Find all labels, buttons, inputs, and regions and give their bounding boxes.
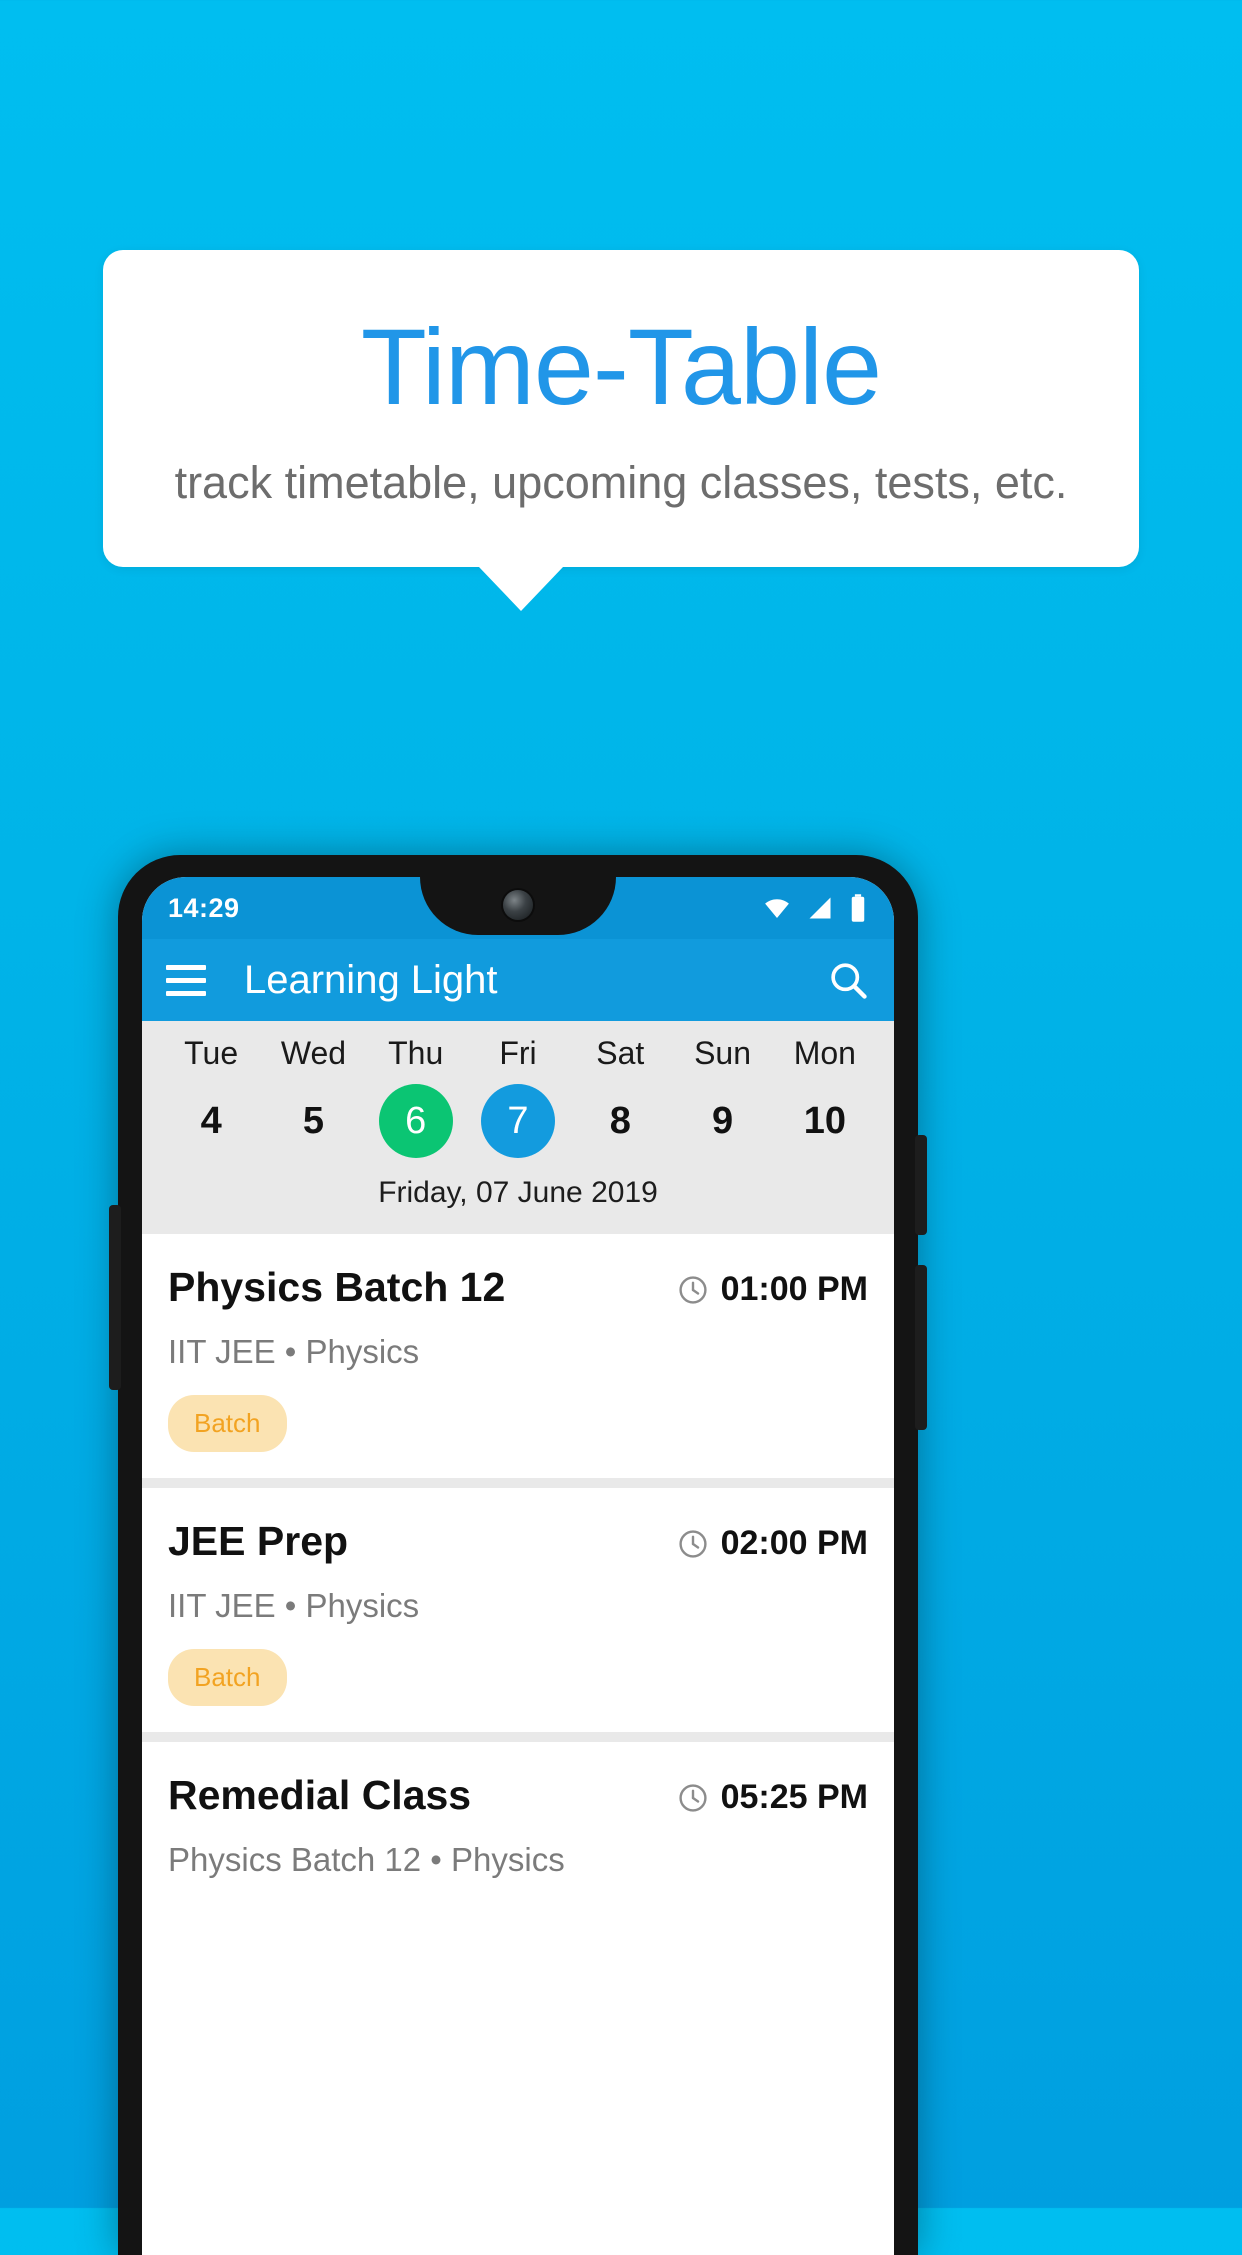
status-bar-icons xyxy=(762,893,868,923)
clock-icon xyxy=(678,1275,707,1304)
day-name: Fri xyxy=(499,1035,537,1071)
day-number: 5 xyxy=(302,1100,324,1142)
status-badge: Batch xyxy=(168,1649,287,1706)
day-number: 10 xyxy=(803,1100,846,1142)
clock-icon xyxy=(678,1783,707,1812)
class-time-text: 02:00 PM xyxy=(720,1524,868,1562)
class-title: JEE Prep xyxy=(168,1518,349,1564)
class-time-text: 01:00 PM xyxy=(720,1270,868,1308)
day-name: Sat xyxy=(596,1035,645,1071)
day-name: Tue xyxy=(184,1035,239,1071)
day-name: Mon xyxy=(793,1035,856,1071)
status-badge: Batch xyxy=(168,1395,287,1452)
battery-icon xyxy=(851,894,865,922)
class-subtitle: IIT JEE • Physics xyxy=(168,1587,420,1624)
week-strip: Tue 4 Wed 5 Thu 6 Fri 7 Sat 8 Sun 9 Mon … xyxy=(142,1021,894,1234)
status-bar-clock: 14:29 xyxy=(168,892,240,923)
day-number-selected: 7 xyxy=(480,1084,555,1158)
promo-bubble: Time-Table track timetable, upcoming cla… xyxy=(103,250,1139,568)
phone-volume-button[interactable] xyxy=(915,1265,927,1430)
day-number: 4 xyxy=(200,1100,222,1142)
day-name: Thu xyxy=(388,1035,444,1071)
card-header: Physics Batch 12 01:00 PM xyxy=(168,1264,868,1311)
day-column[interactable]: Thu 6 xyxy=(365,1035,467,1158)
class-time: 01:00 PM xyxy=(677,1264,868,1309)
schedule-list: Physics Batch 12 01:00 PM IIT JEE • Phys… xyxy=(142,1234,894,1905)
phone-screen: 14:29 Learning Light Tue 4 Wed 5 Thu 6 F… xyxy=(142,877,894,2255)
card-header: Remedial Class 05:25 PM xyxy=(168,1772,868,1819)
status-bar: 14:29 xyxy=(142,877,894,939)
card-header: JEE Prep 02:00 PM xyxy=(168,1518,868,1565)
phone-power-button[interactable] xyxy=(915,1135,927,1235)
day-column[interactable]: Sun 9 xyxy=(671,1035,773,1158)
class-subtitle: IIT JEE • Physics xyxy=(168,1333,420,1370)
day-column[interactable]: Tue 4 xyxy=(160,1035,262,1158)
schedule-card[interactable]: JEE Prep 02:00 PM IIT JEE • Physics Batc… xyxy=(142,1488,894,1732)
selected-date-label: Friday, 07 June 2019 xyxy=(378,1176,658,1209)
day-column[interactable]: Fri 7 xyxy=(467,1035,569,1158)
day-name: Wed xyxy=(280,1035,347,1071)
hamburger-menu-icon[interactable] xyxy=(166,964,206,996)
day-number: 8 xyxy=(609,1100,631,1142)
search-icon[interactable] xyxy=(826,958,870,1002)
clock-icon xyxy=(678,1529,707,1558)
promo-callout: Time-Table track timetable, upcoming cla… xyxy=(103,250,1139,612)
schedule-card[interactable]: Remedial Class 05:25 PM Physics Batch 12… xyxy=(142,1742,894,1905)
class-time: 05:25 PM xyxy=(677,1772,868,1817)
day-column[interactable]: Wed 5 xyxy=(262,1035,364,1158)
class-time: 02:00 PM xyxy=(677,1518,868,1563)
schedule-card[interactable]: Physics Batch 12 01:00 PM IIT JEE • Phys… xyxy=(142,1234,894,1478)
phone-mockup: 14:29 Learning Light Tue 4 Wed 5 Thu 6 F… xyxy=(109,855,927,2255)
week-days: Tue 4 Wed 5 Thu 6 Fri 7 Sat 8 Sun 9 Mon … xyxy=(142,1035,894,1158)
front-camera-icon xyxy=(503,890,533,920)
promo-bubble-tail xyxy=(479,567,563,612)
camera-notch xyxy=(420,877,616,937)
class-time-text: 05:25 PM xyxy=(720,1778,868,1816)
day-number: 9 xyxy=(711,1100,734,1142)
wifi-icon xyxy=(765,899,789,918)
app-bar-title: Learning Light xyxy=(244,957,498,1002)
promo-title: Time-Table xyxy=(360,306,882,427)
class-subtitle: Physics Batch 12 • Physics xyxy=(168,1841,565,1878)
signal-icon xyxy=(809,897,831,919)
day-name: Sun xyxy=(694,1035,752,1071)
day-column[interactable]: Sat 8 xyxy=(569,1035,671,1158)
class-title: Physics Batch 12 xyxy=(168,1264,506,1310)
app-bar: Learning Light xyxy=(142,939,894,1021)
class-title: Remedial Class xyxy=(168,1772,472,1818)
promo-subtitle: track timetable, upcoming classes, tests… xyxy=(174,457,1068,509)
day-number-today: 6 xyxy=(378,1084,453,1158)
phone-left-button[interactable] xyxy=(109,1205,121,1390)
day-column[interactable]: Mon 10 xyxy=(774,1035,876,1158)
